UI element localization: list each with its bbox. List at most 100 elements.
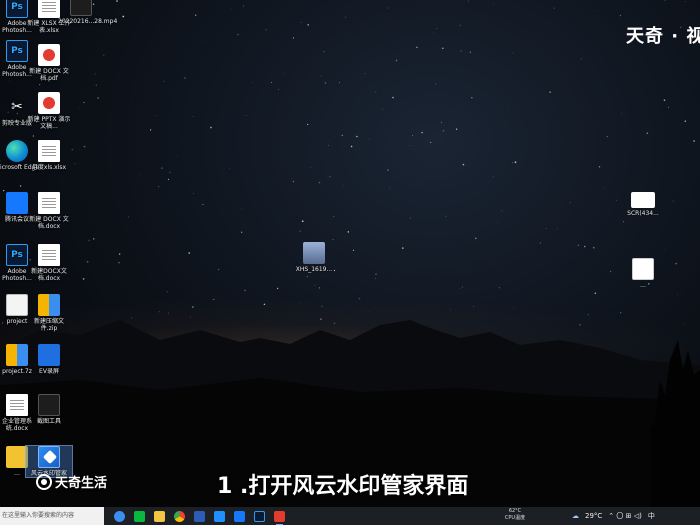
taskbar-search-input[interactable]: 在这里输入你要搜索的内容 [0, 507, 104, 525]
wechat-icon[interactable] [134, 510, 145, 522]
star [569, 202, 571, 204]
screenshot-glyph-icon [38, 394, 60, 416]
tencent-meeting-glyph-icon [6, 192, 28, 214]
star [514, 161, 517, 164]
ime-indicator[interactable]: 中 [648, 511, 655, 521]
screenshot-file-icon[interactable]: SCR(434... [620, 192, 666, 217]
star [122, 15, 125, 18]
desktop-icon-label: EV录屏 [39, 368, 59, 375]
xhs-image-glyph-icon [303, 242, 325, 264]
tencent-meeting-taskbar-icon[interactable] [234, 510, 245, 522]
star [94, 73, 96, 75]
pdf-file-icon[interactable]: 新建 DOCX 文档.pdf [26, 44, 72, 82]
star [307, 24, 310, 26]
star [333, 215, 335, 218]
screenshot-icon[interactable]: 截图工具 [26, 394, 72, 425]
star [271, 81, 273, 83]
star [606, 136, 608, 138]
star [172, 248, 174, 250]
star [387, 169, 389, 171]
docx-file-icon[interactable]: 新建 DOCX 文档.docx [26, 192, 72, 230]
pptx-file-glyph-icon [38, 92, 60, 114]
star [561, 135, 563, 137]
screenshot-file-glyph-icon [631, 192, 655, 208]
desktop: Ps Adobe Photosh... 新建 XLSX 工作表.xlsx 202202… [0, 0, 700, 507]
star [459, 24, 461, 26]
tray-icons[interactable]: ⌃ 〇 ⊞ ◁) [608, 511, 642, 521]
star [291, 178, 293, 180]
star [265, 29, 267, 31]
pptx-file-icon[interactable]: 新建 PPTX 演示文稿... [26, 92, 72, 130]
desktop-icon-label: 20220216...28.mp4 [58, 18, 118, 25]
star [616, 200, 617, 201]
watermark-manager-glyph-icon [38, 446, 60, 468]
star [155, 115, 157, 116]
photoshop-taskbar-icon[interactable] [254, 510, 265, 522]
star [243, 5, 245, 7]
file-glyph-icon [6, 446, 28, 468]
star [210, 126, 212, 129]
temperature-label[interactable]: 29°C [585, 512, 602, 520]
star [350, 145, 353, 148]
star [375, 278, 377, 279]
star [677, 294, 679, 296]
star [369, 138, 370, 140]
cortana-icon[interactable] [114, 510, 125, 522]
star [598, 165, 601, 168]
star [241, 207, 242, 209]
docx-file-icon-2[interactable]: 新建DOCX文档.docx [26, 244, 72, 282]
star [328, 145, 329, 146]
star [169, 171, 171, 173]
star [177, 156, 178, 157]
star [166, 291, 168, 293]
star [117, 12, 119, 13]
doc-file-icon-right[interactable]: ... [620, 258, 666, 289]
cpu-temp-widget[interactable]: 62°C CPU温度 [503, 508, 527, 522]
file-explorer-icon[interactable] [154, 510, 165, 522]
star [553, 44, 554, 46]
star [309, 166, 311, 168]
star [416, 46, 418, 48]
star [580, 58, 582, 60]
zip-file-icon[interactable]: 新建压缩文件.zip [26, 294, 72, 332]
star [103, 54, 105, 56]
star [307, 123, 309, 126]
desktop-icon-label: 新建 DOCX 文档.pdf [29, 68, 69, 82]
star [320, 75, 322, 77]
xlsx-file-icon-2[interactable]: 月度xls.xlsx [26, 140, 72, 171]
star [167, 178, 170, 181]
star [539, 242, 542, 244]
ev-recorder-icon[interactable]: EV录屏 [26, 344, 72, 375]
star [95, 84, 97, 86]
star [356, 135, 358, 138]
star [430, 141, 432, 143]
star [93, 238, 95, 240]
star [387, 7, 389, 9]
star [455, 128, 458, 130]
star [610, 271, 612, 273]
word-icon[interactable] [194, 510, 205, 522]
pdf-file-glyph-icon [38, 44, 60, 66]
desktop-icon-label: 月度xls.xlsx [31, 164, 67, 171]
docx-file-glyph-icon [6, 394, 28, 416]
star [512, 162, 514, 163]
app-icon[interactable] [214, 510, 225, 522]
star [173, 159, 174, 160]
star [664, 249, 666, 250]
star [512, 52, 514, 54]
star [192, 115, 194, 117]
star [693, 140, 695, 142]
chrome-icon[interactable] [174, 510, 185, 522]
star [88, 239, 90, 242]
star [389, 186, 390, 188]
weather-icon[interactable]: ☁ [572, 512, 579, 520]
desktop-icon-label: 新建压缩文件.zip [33, 318, 64, 332]
star [441, 47, 444, 50]
xhs-image-icon[interactable]: XHS_1619... [291, 242, 337, 273]
star [623, 221, 624, 223]
wps-icon[interactable] [274, 510, 285, 525]
star [462, 163, 465, 166]
star [474, 237, 477, 240]
star [345, 16, 347, 18]
mp4-file-icon[interactable]: 20220216...28.mp4 [58, 0, 118, 25]
